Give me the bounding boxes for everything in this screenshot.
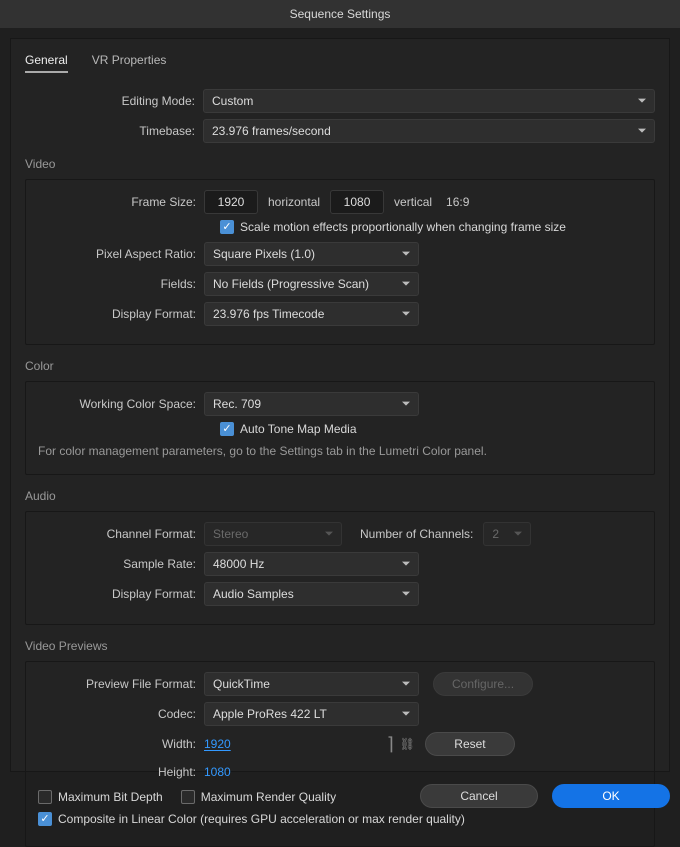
preview-height-value[interactable]: 1080 bbox=[204, 765, 231, 779]
auto-tone-map-label: Auto Tone Map Media bbox=[240, 422, 357, 436]
settings-panel: General VR Properties Editing Mode: Cust… bbox=[10, 38, 670, 772]
frame-size-label: Frame Size: bbox=[38, 195, 204, 209]
scale-motion-checkbox[interactable] bbox=[220, 220, 234, 234]
fields-label: Fields: bbox=[38, 277, 204, 291]
vertical-label: vertical bbox=[394, 195, 432, 209]
frame-height-input[interactable] bbox=[330, 190, 384, 214]
composite-linear-checkbox[interactable] bbox=[38, 812, 52, 826]
reset-button[interactable]: Reset bbox=[425, 732, 515, 756]
ok-button[interactable]: OK bbox=[552, 784, 670, 808]
section-color-title: Color bbox=[25, 359, 655, 373]
cancel-button[interactable]: Cancel bbox=[420, 784, 538, 808]
pixel-aspect-label: Pixel Aspect Ratio: bbox=[38, 247, 204, 261]
codec-select[interactable]: Apple ProRes 422 LT bbox=[204, 702, 419, 726]
preview-file-format-label: Preview File Format: bbox=[38, 677, 204, 691]
num-channels-select: 2 bbox=[483, 522, 531, 546]
pixel-aspect-select[interactable]: Square Pixels (1.0) bbox=[204, 242, 419, 266]
section-video: Frame Size: horizontal vertical 16:9 Sca… bbox=[25, 179, 655, 345]
section-audio: Channel Format: Stereo Number of Channel… bbox=[25, 511, 655, 625]
max-bit-depth-label: Maximum Bit Depth bbox=[58, 790, 163, 804]
timebase-label: Timebase: bbox=[25, 124, 203, 138]
tab-vr-properties[interactable]: VR Properties bbox=[92, 53, 167, 73]
editing-mode-select[interactable]: Custom bbox=[203, 89, 655, 113]
frame-width-input[interactable] bbox=[204, 190, 258, 214]
max-bit-depth-checkbox[interactable] bbox=[38, 790, 52, 804]
preview-width-value[interactable]: 1920 bbox=[204, 737, 231, 751]
link-dimensions-icon[interactable]: ⛓ bbox=[400, 737, 415, 751]
preview-file-format-select[interactable]: QuickTime bbox=[204, 672, 419, 696]
auto-tone-map-checkbox[interactable] bbox=[220, 422, 234, 436]
dialog-title: Sequence Settings bbox=[0, 0, 680, 28]
link-bracket-icon: ⌉ bbox=[387, 734, 394, 755]
max-render-quality-checkbox[interactable] bbox=[181, 790, 195, 804]
video-display-format-select[interactable]: 23.976 fps Timecode bbox=[204, 302, 419, 326]
preview-height-label: Height: bbox=[38, 765, 204, 779]
max-render-quality-label: Maximum Render Quality bbox=[201, 790, 336, 804]
horizontal-label: horizontal bbox=[268, 195, 320, 209]
aspect-ratio-value: 16:9 bbox=[446, 195, 469, 209]
editing-mode-label: Editing Mode: bbox=[25, 94, 203, 108]
channel-format-label: Channel Format: bbox=[38, 527, 204, 541]
section-previews-title: Video Previews bbox=[25, 639, 655, 653]
section-video-title: Video bbox=[25, 157, 655, 171]
codec-label: Codec: bbox=[38, 707, 204, 721]
working-color-space-label: Working Color Space: bbox=[38, 397, 204, 411]
scale-motion-label: Scale motion effects proportionally when… bbox=[240, 220, 566, 234]
timebase-select[interactable]: 23.976 frames/second bbox=[203, 119, 655, 143]
preview-width-label: Width: bbox=[38, 737, 204, 751]
section-previews: Preview File Format: QuickTime Configure… bbox=[25, 661, 655, 847]
channel-format-select: Stereo bbox=[204, 522, 342, 546]
audio-display-format-label: Display Format: bbox=[38, 587, 204, 601]
working-color-space-select[interactable]: Rec. 709 bbox=[204, 392, 419, 416]
color-info-text: For color management parameters, go to t… bbox=[38, 444, 642, 458]
sample-rate-label: Sample Rate: bbox=[38, 557, 204, 571]
num-channels-label: Number of Channels: bbox=[360, 527, 473, 541]
tab-general[interactable]: General bbox=[25, 53, 68, 73]
audio-display-format-select[interactable]: Audio Samples bbox=[204, 582, 419, 606]
section-audio-title: Audio bbox=[25, 489, 655, 503]
video-display-format-label: Display Format: bbox=[38, 307, 204, 321]
sample-rate-select[interactable]: 48000 Hz bbox=[204, 552, 419, 576]
composite-linear-label: Composite in Linear Color (requires GPU … bbox=[58, 812, 465, 826]
fields-select[interactable]: No Fields (Progressive Scan) bbox=[204, 272, 419, 296]
configure-button: Configure... bbox=[433, 672, 533, 696]
section-color: Working Color Space: Rec. 709 Auto Tone … bbox=[25, 381, 655, 475]
